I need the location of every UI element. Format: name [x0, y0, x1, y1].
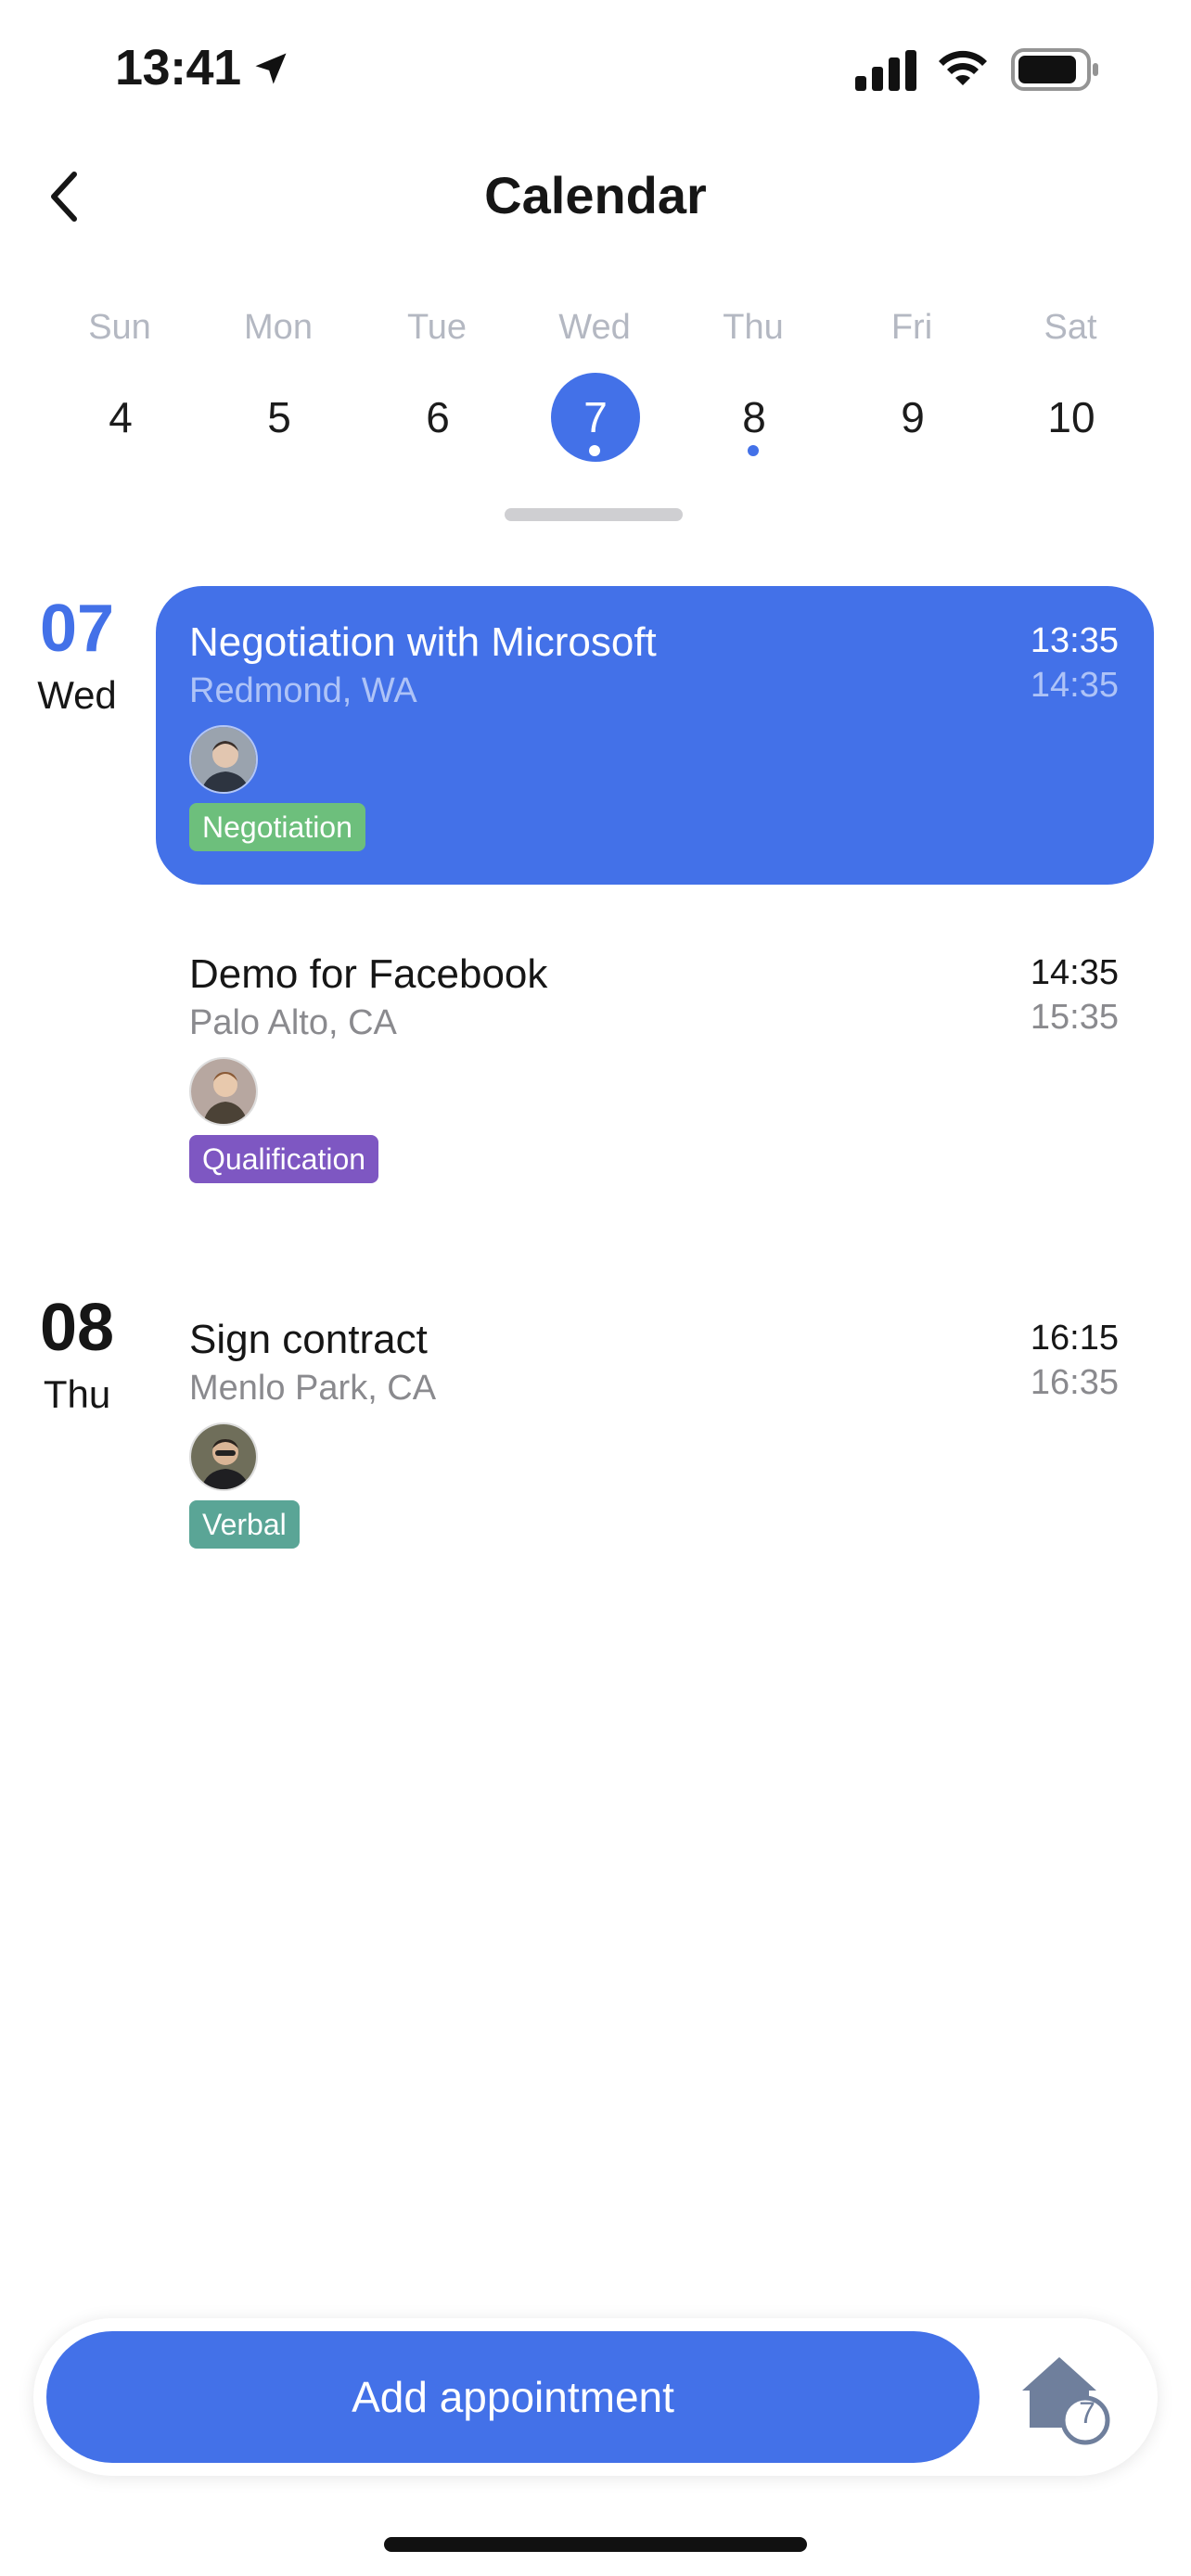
event-location: Palo Alto, CA [189, 1003, 397, 1042]
day-name: Sun [88, 308, 151, 347]
day-number: 6 [426, 393, 450, 441]
battery-icon [1011, 48, 1098, 91]
event-card-negotiation[interactable]: Negotiation with Microsoft Redmond, WA 1… [156, 586, 1154, 885]
day-mon[interactable]: Mon 5 [199, 299, 357, 484]
day-sun[interactable]: Sun 4 [41, 299, 198, 484]
event-start-time: 14:35 [1030, 953, 1119, 992]
event-location: Menlo Park, CA [189, 1369, 437, 1408]
event-end-time: 14:35 [1030, 666, 1119, 705]
event-dot [589, 445, 600, 456]
date-number: 08 [39, 1291, 115, 1365]
day-number: 5 [267, 393, 291, 441]
drag-handle[interactable] [505, 508, 683, 521]
day-wed[interactable]: Wed 7 [516, 299, 673, 484]
day-number-wrap: 9 [868, 373, 957, 462]
event-title: Negotiation with Microsoft [189, 619, 657, 665]
avatar [189, 725, 258, 794]
day-thu[interactable]: Thu 8 [674, 299, 832, 484]
home-button[interactable]: 7 [1011, 2342, 1122, 2454]
screen: 13:41 Calendar Sun 4 Mon 5 Tue 6 Wed 7 T… [0, 0, 1191, 2576]
add-appointment-button[interactable]: Add appointment [46, 2331, 980, 2463]
event-card-sign-contract[interactable]: Sign contract Menlo Park, CA 16:15 16:35… [156, 1283, 1154, 1562]
stage-tag: Qualification [189, 1135, 379, 1183]
event-dot [748, 445, 759, 456]
home-badge: 7 [1079, 2396, 1095, 2429]
day-number-wrap: 10 [1027, 373, 1116, 462]
day-name: Sat [1044, 308, 1097, 347]
day-number: 10 [1047, 393, 1095, 441]
event-end-time: 15:35 [1030, 998, 1119, 1037]
event-location: Redmond, WA [189, 671, 417, 710]
date-number: 07 [39, 592, 115, 666]
day-name: Mon [244, 308, 313, 347]
home-icon [1022, 2357, 1110, 2445]
date-label-07: 07 Wed [26, 595, 128, 718]
day-number: 8 [742, 393, 766, 441]
stage-tag: Negotiation [189, 803, 365, 851]
cellular-signal-icon [855, 50, 916, 91]
day-number: 4 [109, 393, 133, 441]
avatar [189, 1057, 258, 1126]
day-name: Thu [723, 308, 784, 347]
day-name: Wed [558, 308, 631, 347]
day-number-wrap: 6 [393, 373, 482, 462]
day-number: 9 [901, 393, 925, 441]
day-number-wrap: 4 [76, 373, 165, 462]
event-end-time: 16:35 [1030, 1363, 1119, 1402]
day-fri[interactable]: Fri 9 [833, 299, 991, 484]
avatar [189, 1422, 258, 1491]
wifi-icon [939, 50, 987, 85]
day-name: Fri [890, 308, 933, 347]
event-start-time: 13:35 [1030, 621, 1119, 660]
event-start-time: 16:15 [1030, 1319, 1119, 1358]
week-strip: Sun 4 Mon 5 Tue 6 Wed 7 Thu 8 Fri 9 Sat … [41, 299, 1150, 484]
day-tue[interactable]: Tue 6 [358, 299, 516, 484]
day-number-wrap: 5 [235, 373, 324, 462]
event-card-demo[interactable]: Demo for Facebook Palo Alto, CA 14:35 15… [156, 918, 1154, 1196]
event-title: Sign contract [189, 1317, 428, 1362]
location-arrow-icon [255, 53, 287, 84]
bottom-bar: Add appointment 7 [33, 2318, 1158, 2476]
event-title: Demo for Facebook [189, 951, 548, 997]
date-weekday: Thu [43, 1372, 111, 1416]
date-label-08: 08 Thu [26, 1294, 128, 1417]
date-weekday: Wed [37, 673, 117, 717]
day-number: 7 [583, 393, 608, 441]
home-indicator [384, 2537, 807, 2552]
page-title: Calendar [484, 166, 707, 224]
day-name: Tue [406, 308, 467, 347]
stage-tag: Verbal [189, 1500, 300, 1549]
day-sat[interactable]: Sat 10 [992, 299, 1149, 484]
status-time: 13:41 [115, 40, 241, 96]
